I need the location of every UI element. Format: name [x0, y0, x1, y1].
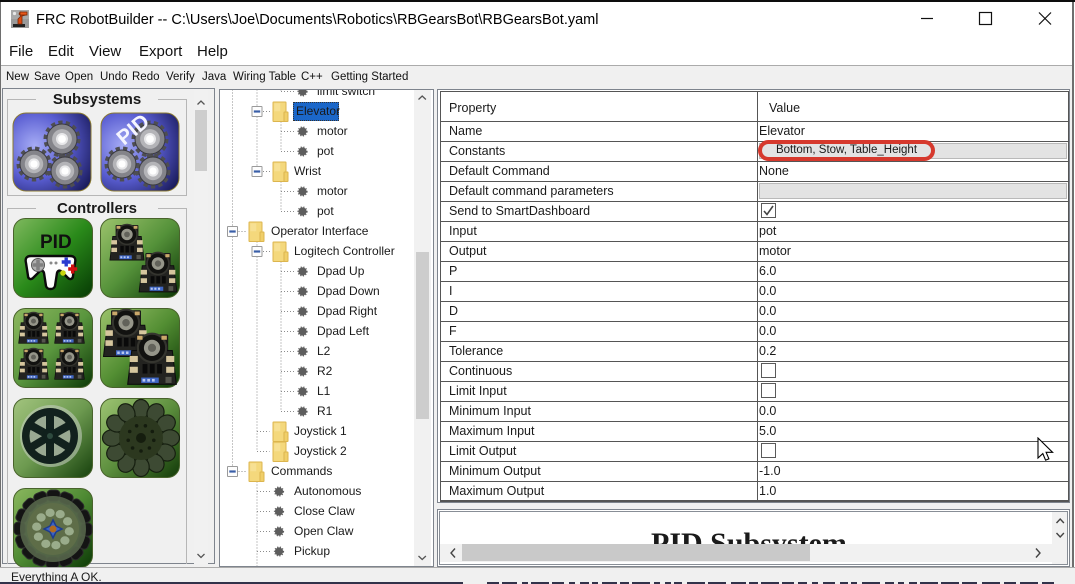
svg-text:PID: PID: [40, 232, 72, 253]
